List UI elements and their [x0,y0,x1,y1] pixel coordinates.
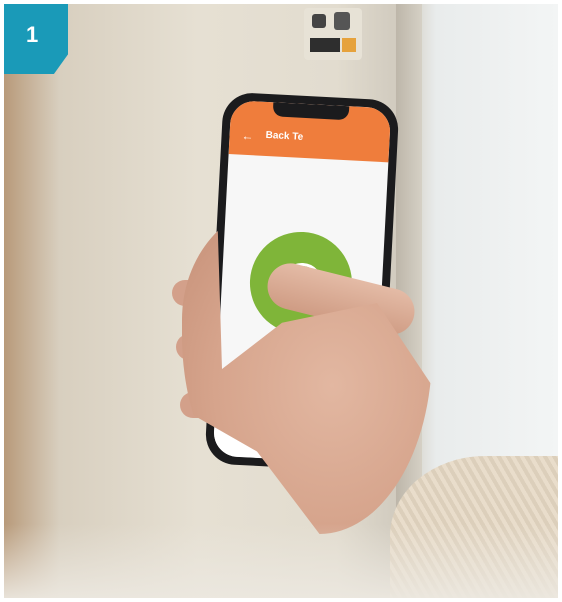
step-number-badge: 1 [4,4,68,74]
back-arrow-icon[interactable]: ← [241,129,254,144]
wall-sticker [304,8,362,60]
floor-blur [4,524,558,598]
app-title: Back Te [265,129,304,143]
photo-frame: ← Back Te 1 [4,4,558,598]
phone-notch [272,102,350,121]
step-number: 1 [26,22,39,47]
app-header: ← Back Te [228,100,392,163]
app-subtitle [228,162,388,170]
